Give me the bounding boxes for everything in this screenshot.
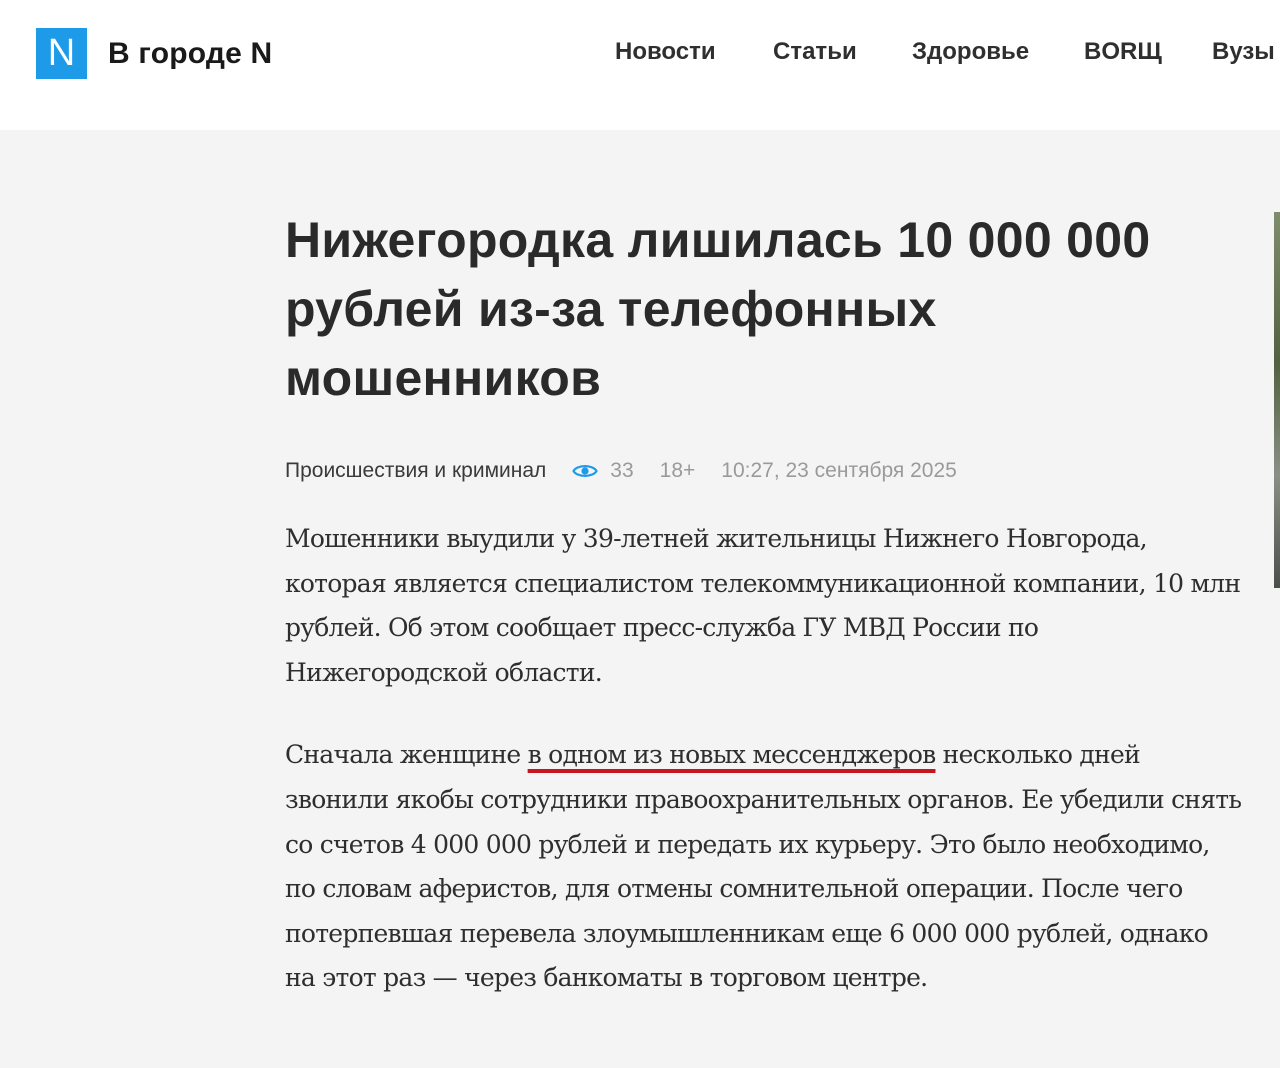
main-nav: Новости Статьи Здоровье BORЩ Вузы (0, 38, 1280, 72)
article-meta: Происшествия и криминал 33 18+ 10:27, 23… (285, 459, 1245, 483)
article-body: Мошенники выудили у 39-летней жительницы… (285, 517, 1245, 1001)
sidebar-image-edge[interactable] (1274, 212, 1280, 588)
nav-item-news[interactable]: Новости (615, 38, 716, 66)
underlined-phrase: в одном из новых мессенджеров (527, 740, 937, 770)
nav-item-universities[interactable]: Вузы (1212, 38, 1275, 66)
paragraph-text: Мошенники выудили у 39-летней жительницы… (285, 524, 1241, 687)
publish-date: 10:27, 23 сентября 2025 (721, 459, 957, 482)
article-title: Нижегородка лишилась 10 000 000 рублей и… (285, 212, 1151, 406)
article: Нижегородка лишилась 10 000 000 рублей и… (285, 206, 1245, 1039)
paragraph-text-end: несколько дней звонили якобы сотрудники … (285, 740, 1242, 993)
paragraph-text-start: Сначала женщине (285, 740, 528, 770)
views-count: 33 (610, 459, 634, 482)
article-paragraph-1: Мошенники выудили у 39-летней жительницы… (285, 517, 1245, 695)
nav-item-health[interactable]: Здоровье (912, 38, 1029, 66)
article-paragraph-2: Сначала женщине в одном из новых мессенд… (285, 733, 1245, 1001)
age-rating: 18+ (659, 459, 696, 482)
nav-item-articles[interactable]: Статьи (773, 38, 857, 66)
site-header: N В городе N Новости Статьи Здоровье BOR… (0, 0, 1280, 130)
eye-icon (572, 465, 599, 477)
category-link[interactable]: Происшествия и криминал (285, 459, 546, 483)
nav-item-borsch[interactable]: BORЩ (1084, 38, 1162, 66)
